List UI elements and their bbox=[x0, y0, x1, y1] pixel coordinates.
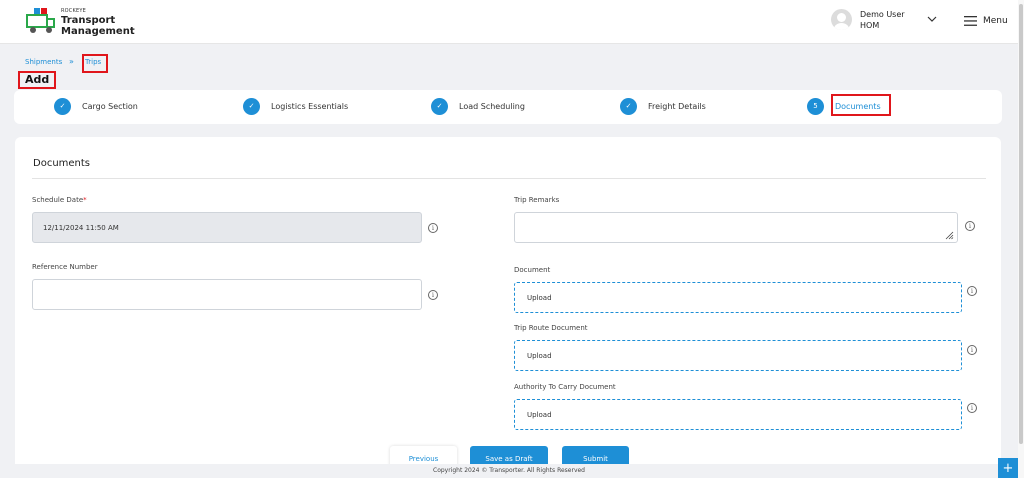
info-icon[interactable]: i bbox=[965, 221, 975, 231]
chevron-down-icon[interactable] bbox=[926, 15, 938, 23]
check-icon: ✓ bbox=[431, 97, 448, 115]
footer-copyright: Copyright 2024 © Transporter. All Rights… bbox=[0, 464, 1018, 478]
brand-name-line1: Transport bbox=[61, 15, 116, 26]
schedule-date-label: Schedule Date* bbox=[32, 196, 87, 204]
info-icon[interactable]: i bbox=[428, 223, 438, 233]
menu-label: Menu bbox=[983, 16, 1008, 26]
highlight-box-title bbox=[18, 71, 56, 89]
user-role: HOM bbox=[860, 21, 880, 30]
document-label: Document bbox=[514, 266, 551, 274]
highlight-box-documents bbox=[831, 94, 891, 116]
info-icon[interactable]: i bbox=[967, 286, 977, 296]
step-load-scheduling[interactable]: ✓ Load Scheduling bbox=[431, 96, 525, 116]
highlight-box-trips bbox=[82, 54, 108, 73]
trip-route-label: Trip Route Document bbox=[514, 324, 588, 332]
reference-number-label: Reference Number bbox=[32, 263, 98, 271]
step-freight-details[interactable]: ✓ Freight Details bbox=[620, 96, 706, 116]
upload-label: Upload bbox=[527, 293, 552, 302]
step-label: Load Scheduling bbox=[459, 101, 525, 111]
brand-name: Transport Management bbox=[61, 15, 135, 37]
menu-button[interactable]: Menu bbox=[964, 15, 1024, 29]
trip-route-upload[interactable]: Upload bbox=[514, 340, 962, 371]
step-cargo-section[interactable]: ✓ Cargo Section bbox=[54, 96, 138, 116]
breadcrumb-shipments[interactable]: Shipments bbox=[25, 58, 62, 66]
breadcrumb-separator: » bbox=[69, 57, 74, 66]
trip-remarks-textarea[interactable] bbox=[514, 212, 958, 243]
step-number: 5 bbox=[807, 97, 824, 115]
step-label: Cargo Section bbox=[82, 101, 138, 111]
schedule-date-field[interactable]: 12/11/2024 11:50 AM bbox=[32, 212, 422, 243]
upload-label: Upload bbox=[527, 410, 552, 419]
check-icon: ✓ bbox=[54, 97, 71, 115]
step-logistics-essentials[interactable]: ✓ Logistics Essentials bbox=[243, 96, 348, 116]
schedule-date-label-text: Schedule Date bbox=[32, 196, 84, 204]
info-icon[interactable]: i bbox=[967, 345, 977, 355]
required-marker: * bbox=[83, 196, 87, 204]
document-upload[interactable]: Upload bbox=[514, 282, 962, 313]
add-fab-button[interactable]: + bbox=[998, 458, 1018, 478]
truck-logo-icon[interactable] bbox=[24, 6, 56, 36]
check-icon: ✓ bbox=[243, 97, 260, 115]
brand-name-line2: Management bbox=[61, 26, 135, 37]
step-label: Logistics Essentials bbox=[271, 101, 349, 111]
info-icon[interactable]: i bbox=[967, 403, 977, 413]
hamburger-icon bbox=[964, 16, 977, 26]
section-divider bbox=[32, 178, 986, 179]
trip-remarks-label: Trip Remarks bbox=[514, 196, 560, 204]
user-avatar[interactable] bbox=[831, 9, 852, 30]
check-icon: ✓ bbox=[620, 97, 637, 115]
page-scrollbar[interactable] bbox=[1018, 0, 1024, 478]
resize-handle-icon[interactable] bbox=[945, 231, 954, 240]
reference-number-field[interactable] bbox=[32, 279, 422, 310]
top-header: ROCKEYE Transport Management Demo User H… bbox=[0, 0, 1018, 44]
user-name: Demo User bbox=[860, 10, 905, 19]
upload-label: Upload bbox=[527, 351, 552, 360]
brand-tagline: ROCKEYE bbox=[61, 8, 86, 14]
step-label: Freight Details bbox=[648, 101, 706, 111]
schedule-date-value: 12/11/2024 11:50 AM bbox=[43, 223, 119, 232]
authority-upload[interactable]: Upload bbox=[514, 399, 962, 430]
section-title: Documents bbox=[33, 158, 91, 169]
authority-label: Authority To Carry Document bbox=[514, 383, 616, 391]
info-icon[interactable]: i bbox=[428, 290, 438, 300]
